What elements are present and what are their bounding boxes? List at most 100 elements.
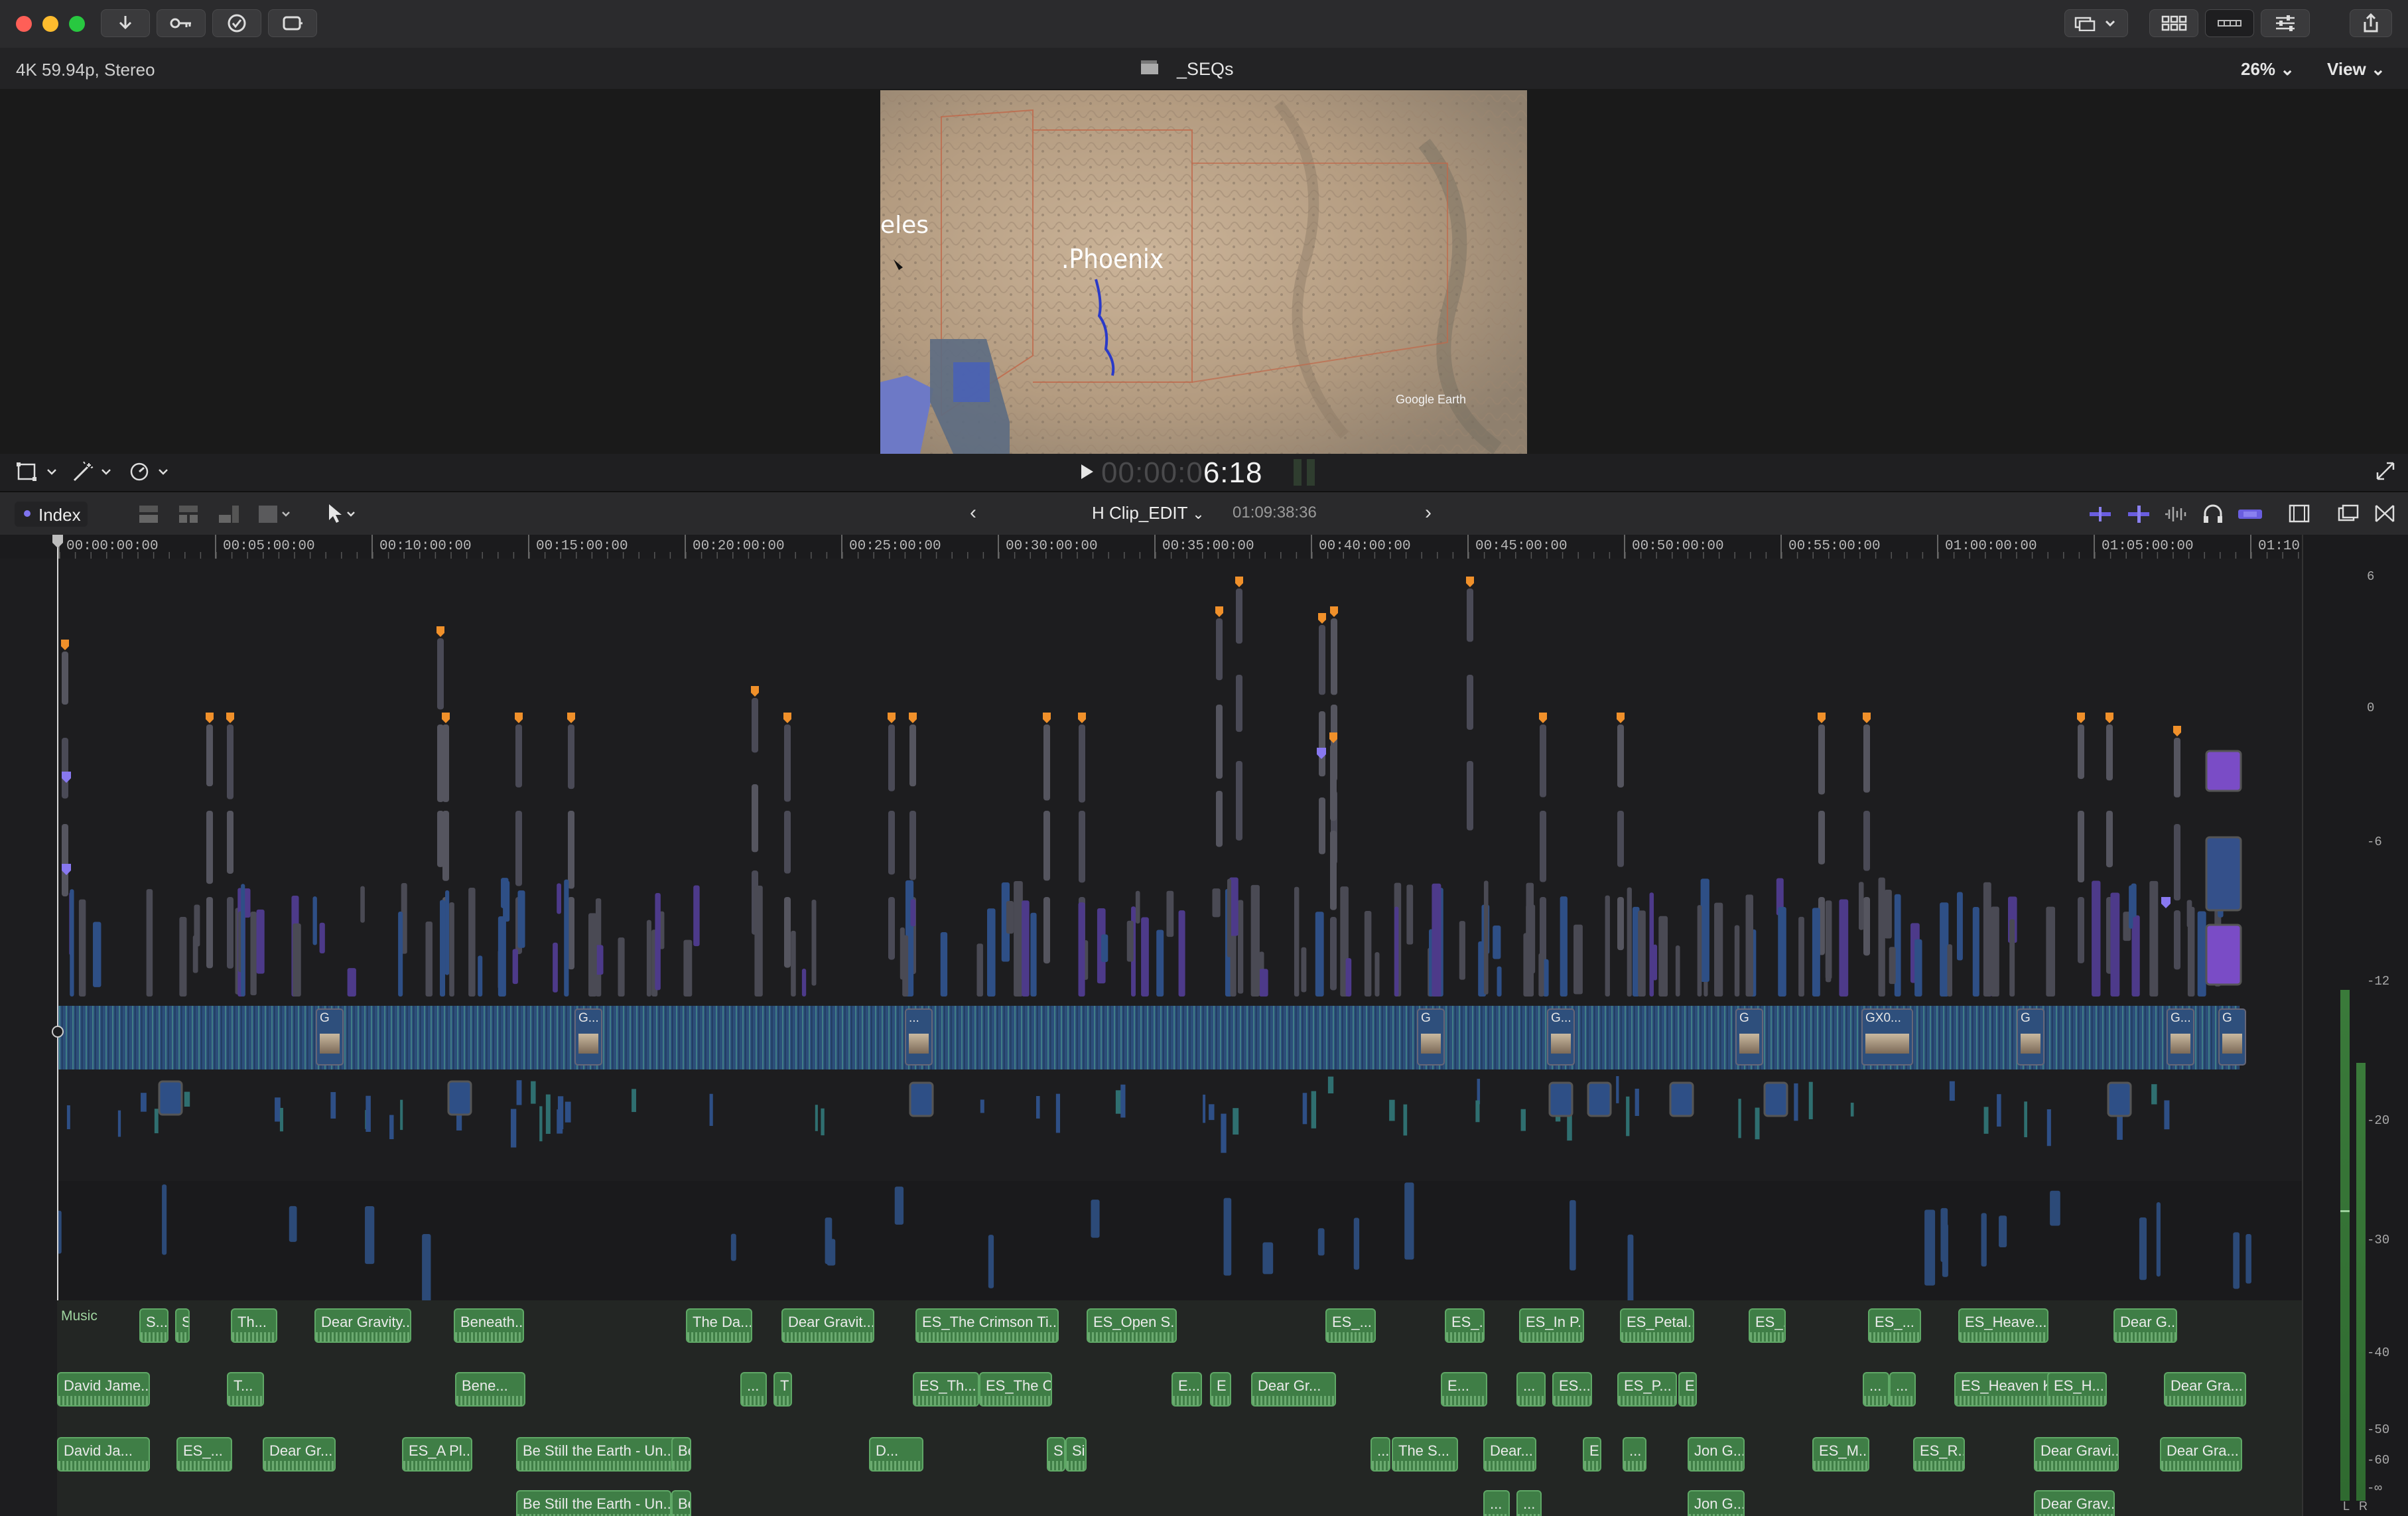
music-clip[interactable]: The S... [1392,1437,1458,1472]
music-clip[interactable]: Dear... [1483,1437,1536,1472]
overwrite-clip-menu[interactable] [256,503,296,530]
skimming-button[interactable] [2125,504,2152,529]
music-clip[interactable]: ... [1889,1372,1916,1407]
music-clip[interactable]: S [175,1308,190,1343]
minimize-window-button[interactable] [42,16,58,32]
music-clip[interactable]: Be Still the Earth - Un... [516,1437,690,1472]
music-clip[interactable]: D... [869,1437,923,1472]
music-clip[interactable]: Bene... [455,1372,525,1407]
music-clip[interactable]: Jon G... [1688,1490,1745,1516]
layout-menu-button[interactable] [2064,9,2128,37]
insert-clip-button[interactable] [176,503,200,530]
audio-skimming-button[interactable] [2163,504,2189,529]
keywords-button[interactable] [157,9,206,37]
music-clip[interactable]: ES_... [176,1437,232,1472]
enhancements-menu[interactable] [70,460,117,486]
music-clip[interactable]: The Da... [686,1308,752,1343]
transform-menu[interactable] [16,460,62,486]
storyline-clip[interactable]: G... [1547,1008,1575,1066]
storyline-clip[interactable]: G... [574,1008,602,1066]
music-clip[interactable]: T [773,1372,792,1407]
music-clip[interactable]: ES_... [1325,1308,1376,1343]
timeline-ruler[interactable]: 00:00:00:00 00:05:00:00 00:10:00:00 00:15:0… [0,535,2302,560]
music-clip[interactable]: ES_... [1749,1308,1786,1343]
music-clip[interactable]: Dear Grav... [2034,1490,2115,1516]
music-clip[interactable]: ES_The Crimson Ti... [915,1308,1059,1343]
music-clip[interactable]: ES_R... [1913,1437,1965,1472]
music-clip[interactable]: Dear Gravity... [314,1308,411,1343]
music-clip[interactable]: Jon G... [1688,1437,1745,1472]
music-clip[interactable]: Be [671,1490,691,1516]
music-clip[interactable]: ES... [1552,1372,1592,1407]
music-clip[interactable]: Dear Gr... [263,1437,336,1472]
music-clip[interactable]: S... [139,1308,168,1343]
music-clip[interactable]: ES_The C... [979,1372,1052,1407]
music-clip[interactable]: ES_... [1868,1308,1921,1343]
index-button[interactable]: Index [15,502,88,527]
music-clip[interactable]: ... [1623,1437,1646,1472]
music-clip[interactable]: ... [1483,1490,1510,1516]
inspector-toggle-button[interactable] [2261,9,2310,37]
view-menu[interactable]: View ⌄ [2327,59,2385,80]
music-clip[interactable]: ES_Petal... [1620,1308,1694,1343]
history-back-button[interactable]: ‹ [970,502,976,524]
music-clip[interactable]: ... [1863,1372,1889,1407]
music-clip[interactable]: ES_M... [1812,1437,1869,1472]
music-clip[interactable]: Be Still the Earth - Un... [516,1490,671,1516]
storyline-clip[interactable]: G... [2167,1008,2194,1066]
music-clip[interactable]: Beneath... [454,1308,524,1343]
music-clip[interactable]: Dear Gravi... [2034,1437,2119,1472]
music-clip[interactable]: ES_P... [1617,1372,1677,1407]
music-clip[interactable]: ES_A Pl... [402,1437,472,1472]
storyline-clip[interactable]: G [2218,1008,2246,1066]
solo-button[interactable] [2201,503,2225,529]
effects-browser-button[interactable] [2336,503,2360,529]
play-button[interactable] [1080,463,1095,480]
timecode-display[interactable]: 00:00:06:18 [1101,456,1262,490]
viewer-frame[interactable]: .Phoenix eles Google Earth [880,90,1527,454]
music-clip[interactable]: David Jame... [57,1372,150,1407]
storyline-clip[interactable]: G [1417,1008,1445,1066]
append-clip-button[interactable] [216,503,240,530]
music-clip[interactable]: ES_... [1445,1308,1485,1343]
connect-clip-button[interactable] [137,503,161,530]
zoom-menu[interactable]: 26% ⌄ [2241,59,2295,80]
transitions-browser-button[interactable] [2374,503,2396,529]
tag-button[interactable] [268,9,317,37]
music-clip[interactable]: Dear Gravit... [781,1308,874,1343]
music-clip[interactable]: E [1583,1437,1601,1472]
storyline-clip[interactable]: ... [905,1008,933,1066]
import-button[interactable] [101,9,150,37]
music-clip[interactable]: Be [671,1437,691,1472]
share-button[interactable] [2350,9,2392,37]
music-clip[interactable]: ES_H... [2047,1372,2107,1407]
fullscreen-button[interactable] [2375,460,2396,485]
music-clip[interactable]: Dear Gra... [2164,1372,2246,1407]
history-forward-button[interactable]: › [1425,502,1432,524]
storyline-clip[interactable]: G [1735,1008,1763,1066]
retime-menu[interactable] [127,460,174,486]
music-clip[interactable]: Si [1065,1437,1087,1472]
tool-select-menu[interactable] [325,502,358,530]
clip-appearance-button[interactable] [2237,504,2263,529]
music-clip[interactable]: ... [1516,1490,1542,1516]
storyline-clip[interactable]: G [2017,1008,2044,1066]
storyline-clip[interactable]: G [316,1008,344,1066]
music-clip[interactable]: ES_In P... [1519,1308,1584,1343]
music-clip[interactable]: ... [1516,1372,1546,1407]
music-clip[interactable]: ES_Th... [913,1372,979,1407]
music-clip[interactable]: David Ja... [57,1437,150,1472]
music-clip[interactable]: ES_Open S... [1087,1308,1177,1343]
music-clip[interactable]: Dear G... [2113,1308,2177,1343]
music-clip[interactable]: ES_Heave... [1958,1308,2048,1343]
browser-toggle-button[interactable] [2149,9,2198,37]
project-title-menu[interactable]: H Clip_EDIT ⌄ [1092,503,1205,523]
storyline-clip[interactable]: GX0... [1861,1008,1913,1066]
music-clip[interactable]: ... [1371,1437,1390,1472]
zoom-window-button[interactable] [69,16,85,32]
music-clip[interactable]: Th... [231,1308,277,1343]
music-clip[interactable]: E [1678,1372,1697,1407]
primary-storyline[interactable]: G G...... GX0... G G... G G G... G [57,1006,2246,1069]
timeline-toggle-button[interactable] [2205,9,2254,37]
music-clip[interactable]: E... [1441,1372,1487,1407]
